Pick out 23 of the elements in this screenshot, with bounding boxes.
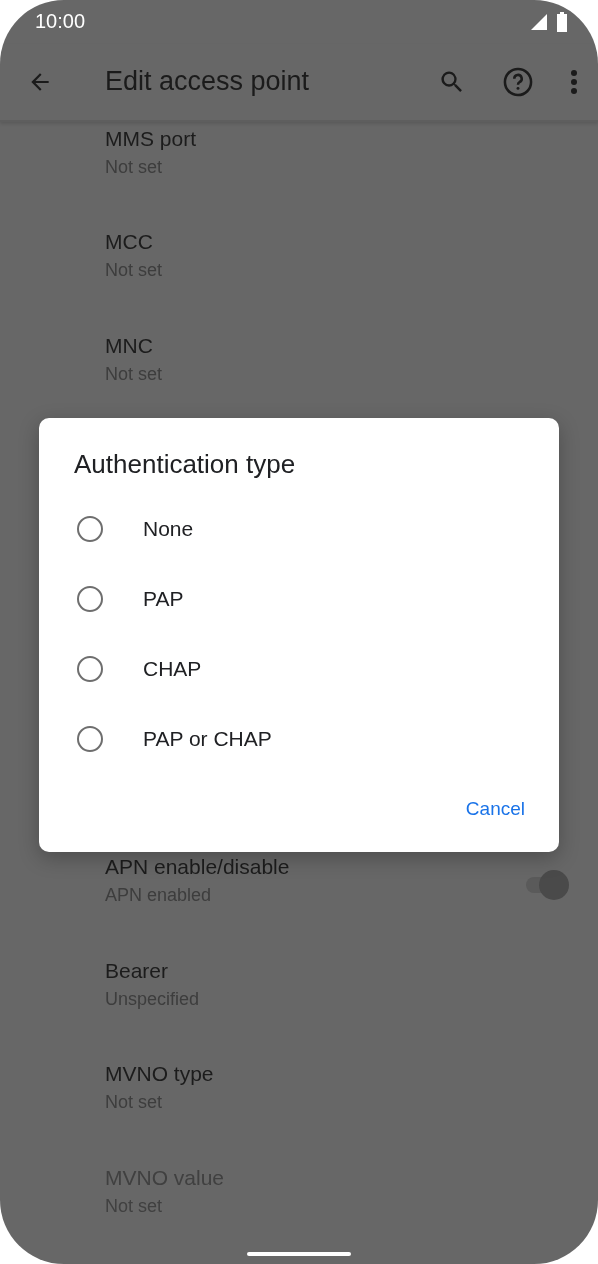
signal-icon [530,12,548,31]
radio-button[interactable] [77,726,103,752]
help-icon[interactable] [502,65,534,98]
toolbar-title: Edit access point [105,66,311,98]
setting-title[interactable]: Bearer [105,957,169,984]
option-label[interactable]: PAP or CHAP [143,727,272,751]
radio-button[interactable] [77,656,103,682]
setting-title[interactable]: APN enable/disable [105,854,290,880]
battery-icon [556,11,568,32]
home-handle[interactable] [247,1252,351,1256]
setting-title[interactable]: MVNO type [105,1061,214,1087]
radio-button[interactable] [77,516,103,542]
more-options-icon[interactable] [570,68,578,95]
option-label[interactable]: PAP [143,587,184,611]
status-time: 10:00 [35,10,86,34]
option-label[interactable]: CHAP [143,657,202,681]
setting-title[interactable]: MMS port [105,125,196,152]
setting-title[interactable]: MNC [105,332,153,359]
option-label[interactable]: None [143,517,194,541]
setting-title[interactable]: MCC [105,229,153,255]
radio-button[interactable] [77,586,103,612]
dialog-title: Authentication type [74,448,296,480]
cancel-button[interactable]: Cancel [465,792,525,826]
